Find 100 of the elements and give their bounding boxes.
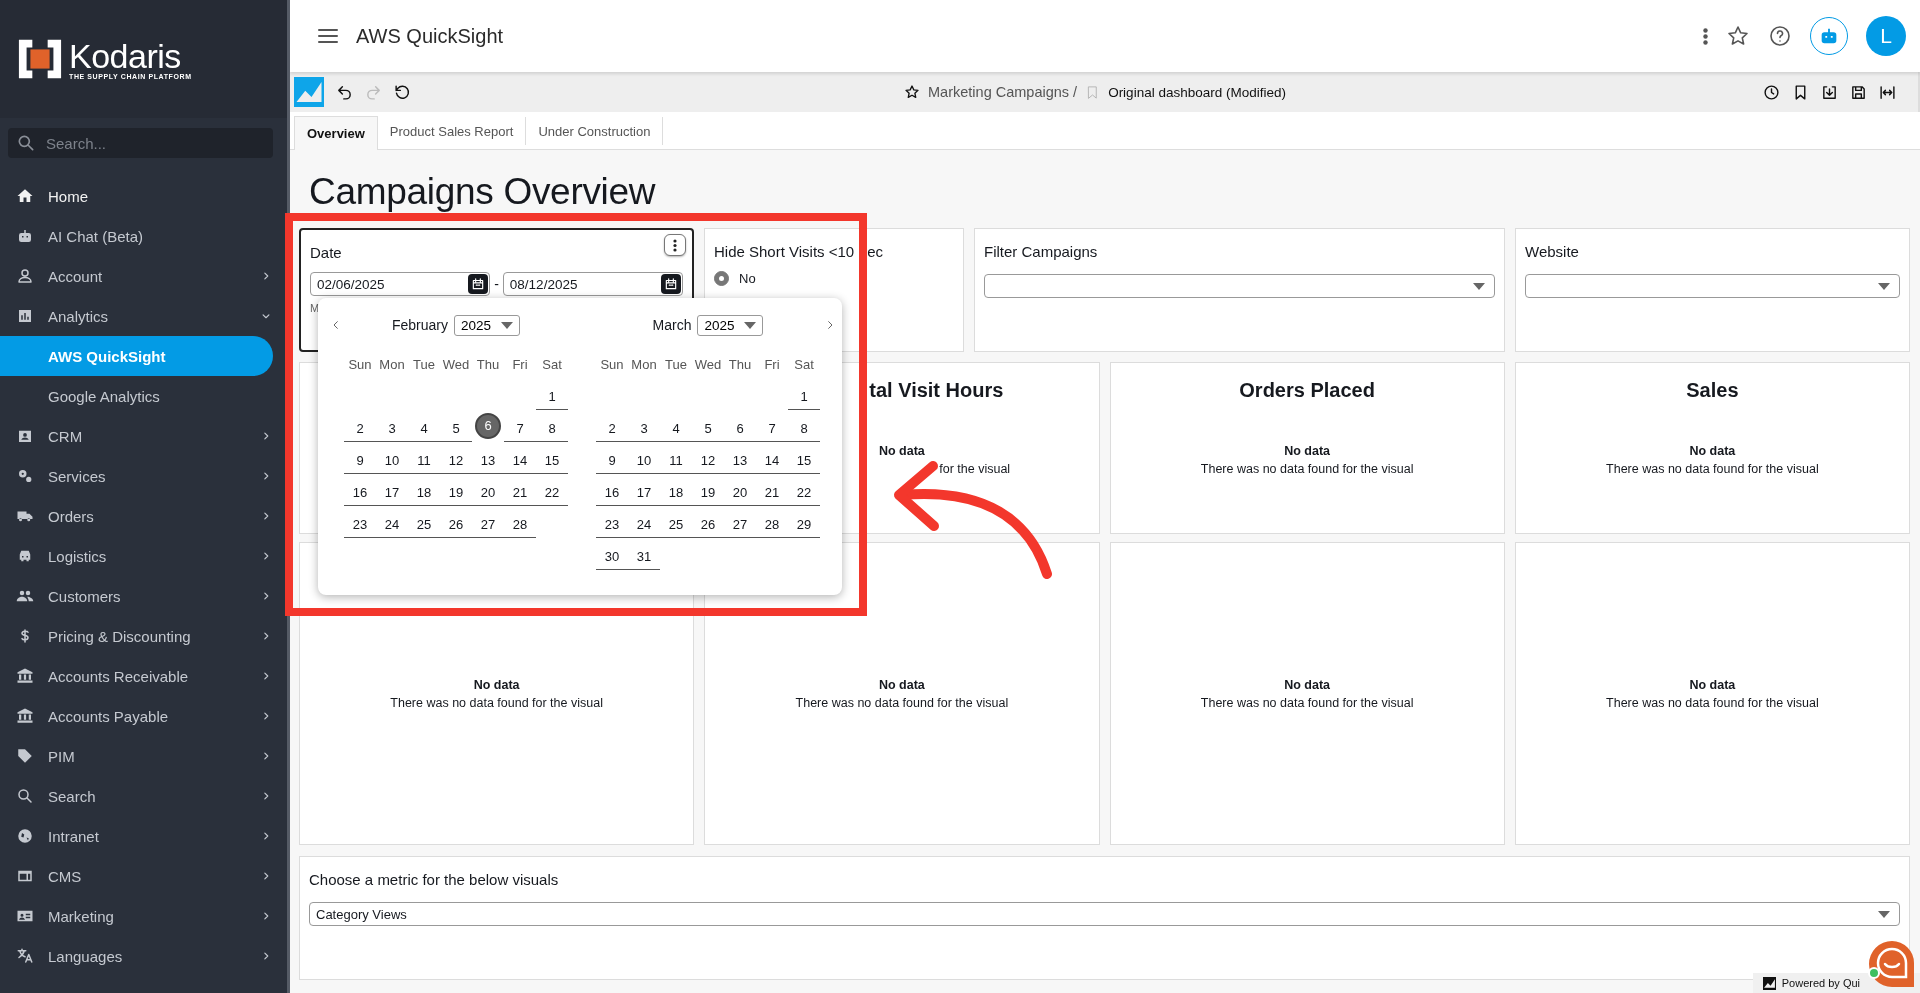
dropdown-field[interactable]: Category Views [309,902,1900,926]
sidebar-item[interactable]: Accounts Receivable [0,656,273,696]
calendar-day[interactable]: 10 [628,448,660,474]
calendar-day[interactable]: 22 [788,480,820,506]
calendar-day[interactable]: 22 [536,480,568,506]
calendar-day[interactable]: 16 [596,480,628,506]
sidebar-item[interactable]: Orders [0,496,273,536]
save-button[interactable] [1850,83,1867,101]
sidebar-item[interactable]: Services [0,456,273,496]
calendar-day[interactable]: 10 [376,448,408,474]
radio-button[interactable] [714,271,729,286]
calendar-day[interactable]: 12 [440,448,472,474]
calendar-day[interactable]: 15 [788,448,820,474]
calendar-day[interactable]: 31 [628,544,660,570]
year-dropdown[interactable]: 2025 [697,314,764,336]
sidebar-item[interactable]: Pricing & Discounting [0,616,273,656]
breadcrumb-link[interactable]: Marketing Campaigns / [928,84,1078,100]
tab[interactable]: Under Construction [526,117,664,145]
sidebar-item[interactable]: Account [0,256,273,296]
help-button[interactable] [1768,24,1792,48]
more-options-button[interactable] [664,234,686,256]
calendar-day[interactable]: 7 [504,416,536,442]
chat-bubble-button[interactable] [1868,939,1916,989]
calendar-day[interactable]: 20 [472,480,504,506]
calendar-day[interactable]: 23 [344,512,376,538]
calendar-button[interactable] [468,274,489,294]
calendar-day[interactable]: 28 [756,512,788,538]
calendar-day[interactable]: 13 [472,448,504,474]
sidebar-item[interactable]: CRM [0,416,273,456]
calendar-day[interactable]: 11 [660,448,692,474]
search-field[interactable]: Search... [8,128,273,158]
sidebar-item[interactable]: PIM [0,736,273,776]
calendar-day[interactable]: 4 [660,416,692,442]
calendar-day[interactable]: 5 [440,416,472,442]
calendar-day[interactable]: 24 [628,512,660,538]
more-button[interactable] [1703,27,1708,45]
calendar-day[interactable]: 27 [724,512,756,538]
calendar-day[interactable]: 2 [344,416,376,442]
calendar-day[interactable]: 24 [376,512,408,538]
dropdown-field[interactable] [1525,274,1900,298]
calendar-day[interactable]: 13 [724,448,756,474]
calendar-day[interactable]: 27 [472,512,504,538]
calendar-day[interactable]: 7 [756,416,788,442]
calendar-day[interactable]: 1 [788,384,820,410]
calendar-day[interactable]: 15 [536,448,568,474]
calendar-day[interactable]: 2 [596,416,628,442]
date-field[interactable]: 08/12/2025 [502,272,683,296]
calendar-day[interactable]: 5 [692,416,724,442]
calendar-day[interactable]: 21 [756,480,788,506]
reset-button[interactable] [394,83,411,101]
sidebar-item[interactable]: Google Analytics [0,376,273,416]
sidebar-item[interactable]: Logistics [0,536,273,576]
calendar-day[interactable]: 4 [408,416,440,442]
calendar-day[interactable]: 6 [724,416,756,442]
calendar-day[interactable]: 8 [536,416,568,442]
calendar-day[interactable]: 25 [660,512,692,538]
calendar-day[interactable]: 18 [408,480,440,506]
sidebar-item[interactable]: Accounts Payable [0,696,273,736]
year-dropdown[interactable]: 2025 [454,314,521,336]
calendar-day[interactable]: 19 [440,480,472,506]
calendar-day[interactable]: 26 [440,512,472,538]
sidebar-item[interactable]: Customers [0,576,273,616]
calendar-day[interactable]: 14 [504,448,536,474]
calendar-day[interactable]: 3 [628,416,660,442]
sidebar-item[interactable]: Intranet [0,816,273,856]
calendar-day[interactable]: 30 [596,544,628,570]
sidebar-item[interactable]: Home [0,176,273,216]
dropdown-field[interactable] [984,274,1495,298]
sidebar-item[interactable]: Search [0,776,273,816]
calendar-day[interactable]: 9 [344,448,376,474]
calendar-day[interactable]: 8 [788,416,820,442]
calendar-day[interactable]: 29 [788,512,820,538]
calendar-day[interactable]: 26 [692,512,724,538]
calendar-day[interactable]: 9 [596,448,628,474]
clock-button[interactable] [1763,83,1780,101]
calendar-day[interactable]: 11 [408,448,440,474]
tab[interactable]: Product Sales Report [377,117,527,145]
calendar-day[interactable]: 14 [756,448,788,474]
sidebar-item[interactable]: Languages [0,936,273,976]
sidebar-item[interactable]: Marketing [0,896,273,936]
sidebar-item[interactable]: Analytics [0,296,273,336]
calendar-day[interactable]: 16 [344,480,376,506]
calendar-day[interactable]: 17 [628,480,660,506]
calendar-day[interactable]: 19 [692,480,724,506]
calendar-day[interactable]: 25 [408,512,440,538]
calendar-day[interactable]: 17 [376,480,408,506]
sidebar-item[interactable]: CMS [0,856,273,896]
calendar-day[interactable]: 23 [596,512,628,538]
calendar-day[interactable]: 21 [504,480,536,506]
sidebar-item[interactable]: AI Chat (Beta) [0,216,273,256]
calendar-day[interactable]: 28 [504,512,536,538]
fit-width-button[interactable] [1879,83,1896,101]
calendar-day[interactable]: 1 [536,384,568,410]
calendar-day[interactable]: 6 [475,413,501,439]
undo-button[interactable] [336,83,353,101]
calendar-day[interactable]: 20 [724,480,756,506]
calendar-day[interactable]: 3 [376,416,408,442]
star-button[interactable] [1726,24,1750,48]
tab[interactable]: Overview [294,116,378,150]
date-field[interactable]: 02/06/2025 [310,272,491,296]
